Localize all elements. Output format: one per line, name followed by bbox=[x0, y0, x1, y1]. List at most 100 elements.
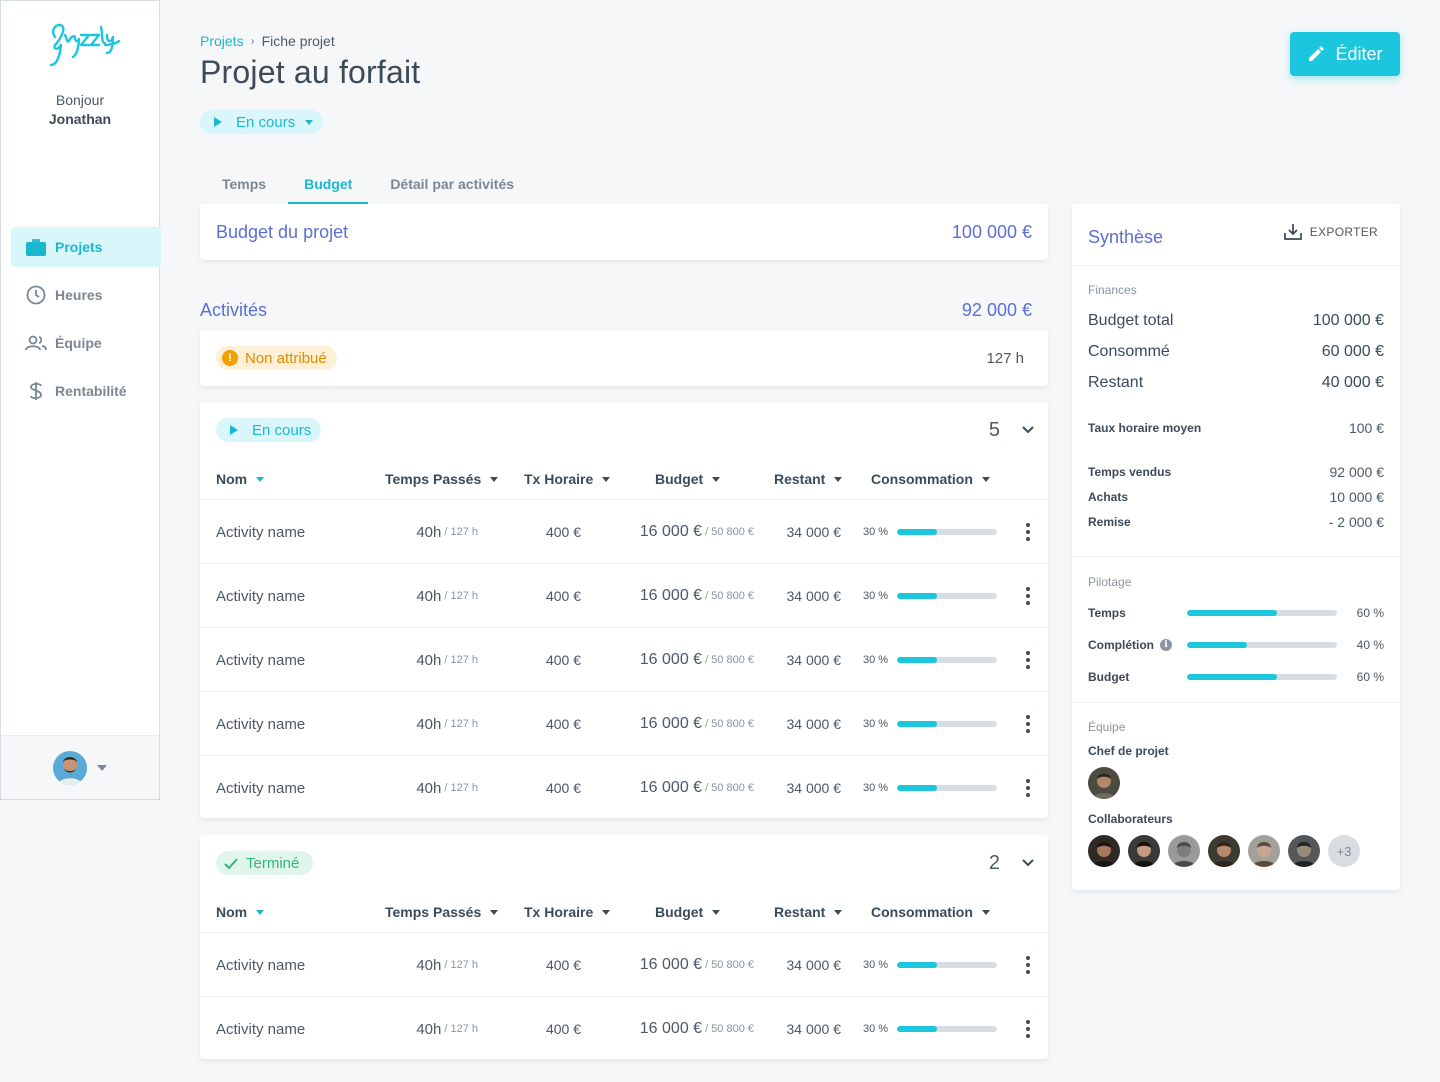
remaining: 34 000 € bbox=[787, 756, 842, 820]
column-header-tx-horaire[interactable]: Tx Horaire bbox=[524, 891, 611, 933]
column-header-consommation[interactable]: Consommation bbox=[871, 458, 990, 500]
more-collaborators-badge[interactable]: +3 bbox=[1328, 835, 1360, 867]
edit-button[interactable]: Éditer bbox=[1290, 32, 1400, 76]
sort-icon bbox=[712, 476, 721, 482]
tab-budget[interactable]: Budget bbox=[288, 166, 369, 204]
hourly-rate-value: 400 € bbox=[545, 716, 581, 732]
more-options-icon[interactable] bbox=[1024, 692, 1032, 756]
user-name: Jonathan bbox=[48, 111, 112, 127]
avg-rate-value: 100 € bbox=[1348, 420, 1384, 436]
column-header-budget[interactable]: Budget bbox=[655, 458, 721, 500]
more-options-icon[interactable] bbox=[1024, 500, 1032, 564]
tab-detail-activites[interactable]: Détail par activités bbox=[368, 166, 536, 204]
sidebar-item-rentabilite[interactable]: Rentabilité bbox=[11, 371, 161, 411]
hourly-rate: 400 € bbox=[546, 628, 581, 692]
avatar[interactable] bbox=[53, 750, 87, 785]
breadcrumb-link-projets[interactable]: Projets bbox=[200, 33, 244, 49]
pilotage-bar-fill bbox=[1187, 610, 1277, 616]
time-total: / 127 h bbox=[444, 590, 478, 602]
collaborator-avatar[interactable] bbox=[1088, 835, 1120, 867]
project-lead-avatar[interactable] bbox=[1088, 767, 1120, 799]
consumption-bar bbox=[897, 962, 998, 968]
collaborator-avatar[interactable] bbox=[1288, 835, 1320, 867]
table-row[interactable]: Activity name 40h/ 127 h 400 € 16 000 €/ 50… bbox=[200, 564, 1048, 628]
consumption-percent: 30 % bbox=[863, 590, 889, 602]
info-icon[interactable]: i bbox=[1160, 639, 1172, 651]
hourly-rate: 400 € bbox=[546, 564, 581, 628]
time-value: 40h bbox=[416, 715, 442, 733]
table-row[interactable]: Activity name 40h/ 127 h 400 € 16 000 €/ 50… bbox=[200, 997, 1048, 1061]
more-options-icon[interactable] bbox=[1024, 756, 1032, 820]
table-row[interactable]: Activity name 40h/ 127 h 400 € 16 000 €/ 50… bbox=[200, 628, 1048, 692]
column-header-restant[interactable]: Restant bbox=[774, 458, 843, 500]
consumption-bar bbox=[897, 785, 998, 791]
time-total: / 127 h bbox=[444, 718, 478, 730]
sort-icon bbox=[256, 909, 265, 915]
column-header-restant[interactable]: Restant bbox=[774, 891, 843, 933]
sidebar-item-equipe[interactable]: Équipe bbox=[11, 323, 161, 363]
collaborators-label: Collaborateurs bbox=[1088, 812, 1173, 826]
status-dropdown[interactable]: En cours bbox=[200, 110, 324, 134]
table-row[interactable]: Activity name 40h/ 127 h 400 € 16 000 €/ 50… bbox=[200, 500, 1048, 564]
column-header-budget[interactable]: Budget bbox=[655, 891, 721, 933]
budget-total-row: Budget total 100 000 € bbox=[1088, 312, 1384, 330]
unassigned-card[interactable]: ! Non attribué 127 h bbox=[200, 330, 1048, 386]
sold-label: Temps vendus bbox=[1088, 465, 1172, 479]
chevron-down-icon[interactable] bbox=[1022, 426, 1034, 434]
column-header-nom[interactable]: Nom bbox=[216, 891, 265, 933]
more-options-icon[interactable] bbox=[1024, 564, 1032, 628]
activity-name: Activity name bbox=[216, 564, 305, 628]
table-header: Nom Temps Passés Tx Horaire Budget Resta… bbox=[200, 458, 1048, 500]
collaborator-avatar[interactable] bbox=[1168, 835, 1200, 867]
column-header-temps[interactable]: Temps Passés bbox=[385, 458, 499, 500]
consumption-percent: 30 % bbox=[863, 782, 889, 794]
time-value: 40h bbox=[416, 651, 442, 669]
avg-rate-row: Taux horaire moyen 100 € bbox=[1088, 420, 1384, 436]
collaborator-avatar[interactable] bbox=[1208, 835, 1240, 867]
time-spent: 40h/ 127 h bbox=[416, 933, 478, 997]
hourly-rate-value: 400 € bbox=[545, 1021, 581, 1037]
synthese-title: Synthèse bbox=[1088, 227, 1164, 247]
column-header-label: Nom bbox=[216, 471, 248, 487]
activity-name: Activity name bbox=[216, 628, 305, 692]
chevron-down-icon bbox=[97, 764, 107, 771]
activity-name-text: Activity name bbox=[216, 651, 306, 669]
activity-budget: 16 000 €/ 50 800 € bbox=[640, 933, 754, 997]
breadcrumb-current: Fiche projet bbox=[261, 33, 335, 49]
column-header-tx-horaire[interactable]: Tx Horaire bbox=[524, 458, 611, 500]
consumption-bar-fill bbox=[897, 529, 938, 535]
table-row[interactable]: Activity name 40h/ 127 h 400 € 16 000 €/ 50… bbox=[200, 756, 1048, 820]
gryzzly-logo[interactable] bbox=[45, 15, 121, 69]
chevron-down-icon bbox=[305, 119, 314, 125]
pilotage-value: 40 % bbox=[1356, 638, 1384, 652]
sidebar-item-projets[interactable]: Projets bbox=[11, 227, 161, 267]
user-menu[interactable] bbox=[1, 735, 159, 799]
sidebar-item-heures[interactable]: Heures bbox=[11, 275, 161, 315]
consumption: 30 % bbox=[863, 500, 998, 564]
collaborator-avatar[interactable] bbox=[1128, 835, 1160, 867]
consumption: 30 % bbox=[863, 692, 998, 756]
column-header-consommation[interactable]: Consommation bbox=[871, 891, 990, 933]
collaborator-avatar[interactable] bbox=[1248, 835, 1280, 867]
budget-value: 16 000 € bbox=[639, 715, 703, 732]
consumed-label: Consommé bbox=[1088, 343, 1170, 360]
table-row[interactable]: Activity name 40h/ 127 h 400 € 16 000 €/ 50… bbox=[200, 933, 1048, 997]
remaining-value: 34 000 € bbox=[786, 588, 842, 604]
column-header-label: Budget bbox=[655, 904, 704, 920]
column-header-temps[interactable]: Temps Passés bbox=[385, 891, 499, 933]
sort-icon bbox=[602, 476, 611, 482]
export-button[interactable]: EXPORTER bbox=[1283, 223, 1378, 240]
greeting-text: Bonjour bbox=[55, 92, 105, 108]
chevron-down-icon[interactable] bbox=[1022, 859, 1034, 867]
table-row[interactable]: Activity name 40h/ 127 h 400 € 16 000 €/ 50… bbox=[200, 692, 1048, 756]
more-options-icon[interactable] bbox=[1024, 933, 1032, 997]
unassigned-hours: 127 h bbox=[986, 349, 1024, 367]
more-options-icon[interactable] bbox=[1024, 628, 1032, 692]
sidebar-item-label: Rentabilité bbox=[55, 383, 127, 399]
budget-label: Budget du projet bbox=[216, 221, 349, 242]
remaining-label: Restant bbox=[1088, 374, 1144, 391]
more-options-icon[interactable] bbox=[1024, 997, 1032, 1061]
column-header-nom[interactable]: Nom bbox=[216, 458, 265, 500]
tab-temps[interactable]: Temps bbox=[200, 166, 288, 204]
consumption-bar-fill bbox=[897, 1026, 938, 1032]
